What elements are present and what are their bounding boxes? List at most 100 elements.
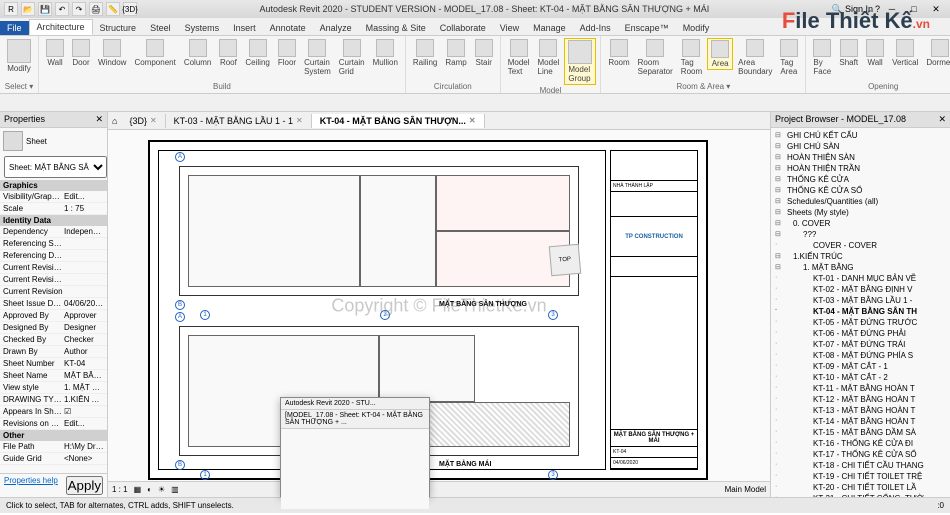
ribbon-byface-button[interactable]: By Face — [810, 38, 834, 77]
properties-help-link[interactable]: Properties help — [4, 476, 58, 495]
tree-item[interactable]: KT-20 - CHI TIẾT TOILET LẦ — [773, 482, 948, 493]
view-tab[interactable]: {3D}✕ — [121, 114, 165, 128]
ribbon-tab-systems[interactable]: Systems — [178, 21, 227, 35]
ribbon-tab-structure[interactable]: Structure — [93, 21, 144, 35]
tree-item[interactable]: GHI CHÚ KẾT CẤU — [773, 130, 948, 141]
ribbon-tagroom-button[interactable]: Tag Room — [678, 38, 705, 77]
browser-tree[interactable]: GHI CHÚ KẾT CẤUGHI CHÚ SÀNHOÀN THIỆN SÀN… — [771, 128, 950, 497]
tree-item[interactable]: KT-18 - CHI TIẾT CẦU THANG — [773, 460, 948, 471]
tree-item[interactable]: THỐNG KÊ CỬA — [773, 174, 948, 185]
ribbon-shaft-button[interactable]: Shaft — [836, 38, 861, 68]
tree-item[interactable]: KT-04 - MẶT BẰNG SÂN TH — [773, 306, 948, 317]
prop-row[interactable]: Guide Grid<None> — [0, 453, 107, 465]
ribbon-tab-view[interactable]: View — [493, 21, 526, 35]
ribbon-ramp-button[interactable]: Ramp — [442, 38, 469, 68]
ribbon-component-button[interactable]: Component — [131, 38, 178, 68]
home-icon[interactable]: ⌂ — [108, 116, 121, 126]
title-block[interactable]: NHÀ THÀNH LẬP TP CONSTRUCTION MẶT BẰNG S… — [610, 150, 698, 470]
ribbon-tab-massingsite[interactable]: Massing & Site — [359, 21, 433, 35]
prop-row[interactable]: Visibility/Graphi...Edit... — [0, 191, 107, 203]
tree-item[interactable]: KT-03 - MẶT BẰNG LẦU 1 - — [773, 295, 948, 306]
measure-icon[interactable]: 📏 — [106, 2, 120, 16]
ribbon-modify-button[interactable]: Modify — [4, 38, 34, 74]
view3d-icon[interactable]: {3D} — [123, 2, 137, 16]
ribbon-roof-button[interactable]: Roof — [216, 38, 240, 68]
redo-icon[interactable]: ↷ — [72, 2, 86, 16]
tree-item[interactable]: KT-10 - MẶT CẮT - 2 — [773, 372, 948, 383]
ribbon-dormer-button[interactable]: Dormer — [923, 38, 950, 68]
prop-row[interactable]: Checked ByChecker — [0, 334, 107, 346]
tree-item[interactable]: ??? — [773, 229, 948, 240]
sun-path-icon[interactable]: ☀ — [158, 485, 165, 494]
ribbon-room-button[interactable]: Room — [605, 38, 632, 68]
tree-item[interactable]: KT-02 - MẶT BẰNG ĐỊNH V — [773, 284, 948, 295]
ribbon-tagarea-button[interactable]: Tag Area — [777, 38, 801, 77]
ribbon-tab-annotate[interactable]: Annotate — [263, 21, 313, 35]
visual-style-icon[interactable]: ◐ — [147, 485, 152, 494]
prop-row[interactable]: File PathH:\My Drive\1... — [0, 441, 107, 453]
ribbon-mullion-button[interactable]: Mullion — [370, 38, 401, 68]
undo-icon[interactable]: ↶ — [55, 2, 69, 16]
ribbon-tab-collaborate[interactable]: Collaborate — [433, 21, 493, 35]
close-tab-icon[interactable]: ✕ — [469, 116, 476, 125]
prop-row[interactable]: Sheet NumberKT-04 — [0, 358, 107, 370]
prop-row[interactable]: Designed ByDesigner — [0, 322, 107, 334]
tree-item[interactable]: KT-07 - MẶT ĐỨNG TRÁI — [773, 339, 948, 350]
tree-item[interactable]: KT-19 - CHI TIẾT TOILET TRỆ — [773, 471, 948, 482]
drawing-canvas[interactable]: A B 1 2 3 MẶT BẰNG SÂN THƯỢNG A — [108, 130, 770, 481]
prop-row[interactable]: View style1. MẶT BẰNG — [0, 382, 107, 394]
ribbon-window-button[interactable]: Window — [95, 38, 129, 68]
ribbon-area-button[interactable]: Area — [707, 38, 733, 70]
ribbon-tab-analyze[interactable]: Analyze — [313, 21, 359, 35]
ribbon-tab-file[interactable]: File — [0, 21, 29, 35]
ribbon-door-button[interactable]: Door — [69, 38, 93, 68]
tree-item[interactable]: THỐNG KÊ CỬA SỔ — [773, 185, 948, 196]
prop-section-header[interactable]: Other — [0, 430, 107, 441]
tree-item[interactable]: KT-05 - MẶT ĐỨNG TRƯỚC — [773, 317, 948, 328]
tree-item[interactable]: 1. MẶT BẰNG — [773, 262, 948, 273]
tree-item[interactable]: KT-17 - THỐNG KÊ CỬA SỔ — [773, 449, 948, 460]
ribbon-floor-button[interactable]: Floor — [275, 38, 299, 68]
prop-row[interactable]: Sheet NameMẶT BẰNG SÂN... — [0, 370, 107, 382]
tree-item[interactable]: KT-09 - MẶT CẮT - 1 — [773, 361, 948, 372]
ribbon-column-button[interactable]: Column — [181, 38, 215, 68]
main-model-label[interactable]: Main Model — [725, 485, 766, 494]
ribbon-railing-button[interactable]: Railing — [410, 38, 440, 68]
view-cube[interactable]: TOP — [549, 244, 582, 277]
detail-level-icon[interactable]: ▦ — [134, 485, 142, 494]
ribbon-wall-button[interactable]: Wall — [43, 38, 67, 68]
ribbon-vertical-button[interactable]: Vertical — [889, 38, 921, 68]
scale-indicator[interactable]: 1 : 1 — [112, 485, 128, 494]
prop-row[interactable]: Scale1 : 75 — [0, 203, 107, 215]
view-tab[interactable]: KT-04 - MẶT BẰNG SÂN THƯỢN...✕ — [312, 114, 485, 128]
tree-item[interactable]: HOÀN THIỆN TRẦN — [773, 163, 948, 174]
close-icon[interactable]: ✕ — [938, 114, 946, 125]
ribbon-modelgroup-button[interactable]: Model Group — [564, 38, 596, 85]
prop-section-header[interactable]: Graphics — [0, 180, 107, 191]
prop-row[interactable]: Referencing Sh... — [0, 238, 107, 250]
ribbon-ceiling-button[interactable]: Ceiling — [242, 38, 272, 68]
prop-row[interactable]: Current Revision — [0, 286, 107, 298]
prop-row[interactable]: DRAWING TYPE1.KIẾN TRÚC — [0, 394, 107, 406]
prop-row[interactable]: Current Revisio... — [0, 274, 107, 286]
open-icon[interactable]: 📂 — [21, 2, 35, 16]
ribbon-wall-button[interactable]: Wall — [863, 38, 887, 68]
ribbon-tab-insert[interactable]: Insert — [226, 21, 263, 35]
prop-row[interactable]: Revisions on Sh...Edit... — [0, 418, 107, 430]
tree-item[interactable]: Schedules/Quantities (all) — [773, 196, 948, 207]
tree-item[interactable]: KT-13 - MẶT BẰNG HOÀN T — [773, 405, 948, 416]
tree-item[interactable]: 0. COVER — [773, 218, 948, 229]
tree-item[interactable]: KT-12 - MẶT BẰNG HOÀN T — [773, 394, 948, 405]
close-tab-icon[interactable]: ✕ — [150, 116, 157, 125]
ribbon-tab-steel[interactable]: Steel — [143, 21, 178, 35]
tree-item[interactable]: Sheets (My style) — [773, 207, 948, 218]
ribbon-tab-modify[interactable]: Modify — [676, 21, 717, 35]
apply-button[interactable]: Apply — [66, 476, 103, 495]
tree-item[interactable]: KT-21 - CHI TIẾT CỔNG, TƯỜ — [773, 493, 948, 497]
tree-item[interactable]: KT-15 - MẶT BẰNG DẦM SÀ — [773, 427, 948, 438]
type-selector[interactable]: Sheet: MẶT BẰNG SÂ — [4, 156, 107, 178]
prop-row[interactable]: Sheet Issue Date04/06/2020 — [0, 298, 107, 310]
tree-item[interactable]: KT-14 - MẶT BẰNG HOÀN T — [773, 416, 948, 427]
ribbon-tab-addins[interactable]: Add-Ins — [573, 21, 618, 35]
ribbon-stair-button[interactable]: Stair — [472, 38, 496, 68]
